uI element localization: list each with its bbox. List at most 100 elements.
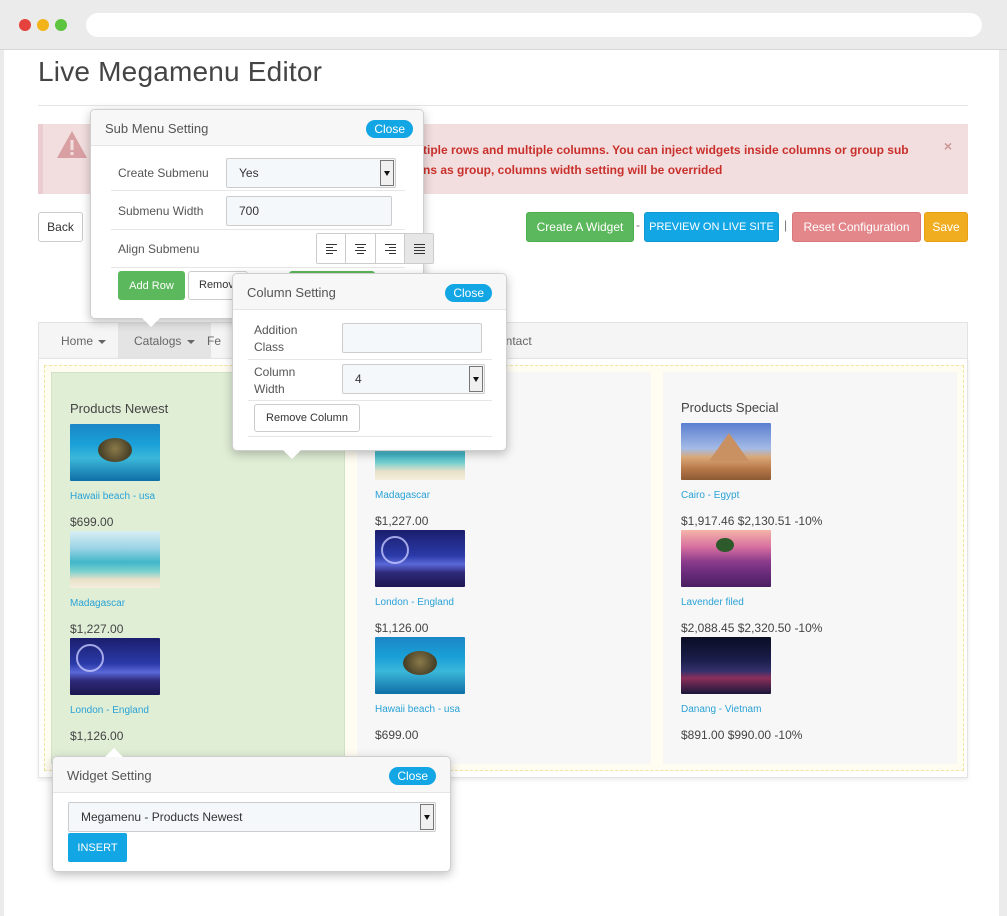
product-link[interactable]: London - England (70, 705, 149, 716)
popup-pointer (283, 450, 301, 459)
row-divider (111, 229, 405, 230)
align-justify-icon (413, 244, 425, 256)
column-title: Products Newest (70, 401, 169, 416)
toolbar-separator-pipe: | (784, 218, 788, 232)
toolbar-separator-dash: - (636, 218, 640, 232)
column-title: Products Special (681, 400, 779, 415)
window-frame-left (0, 50, 4, 916)
popup-title: Widget Setting (67, 768, 152, 783)
back-button[interactable]: Back (38, 212, 83, 242)
create-submenu-label: Create Submenu (118, 166, 209, 180)
align-center-button[interactable] (346, 234, 376, 263)
align-left-button[interactable] (317, 234, 347, 263)
column-width-value: 4 (355, 372, 362, 386)
create-widget-button[interactable]: Create A Widget (526, 212, 634, 242)
product-image[interactable] (375, 530, 465, 587)
product-image[interactable] (70, 638, 160, 695)
widget-setting-popup: Widget Setting Close Megamenu - Products… (52, 748, 451, 872)
window-maximize-dot[interactable] (55, 19, 67, 31)
save-button[interactable]: Save (924, 212, 968, 242)
product-image[interactable] (681, 530, 771, 587)
row-divider (248, 359, 492, 360)
align-center-icon (355, 244, 367, 256)
nav-catalogs-label: Catalogs (134, 334, 182, 348)
preview-live-site-button[interactable]: PREVIEW ON LIVE SITE (644, 212, 779, 242)
product-image[interactable] (70, 424, 160, 481)
align-right-icon (384, 244, 396, 256)
alert-line-2: ns as group, columns width setting will … (423, 163, 723, 177)
popup-pointer (105, 748, 123, 757)
product-price: $1,227.00 (375, 514, 429, 528)
row-divider (111, 267, 405, 268)
title-divider (38, 105, 968, 106)
column-width-select[interactable]: 4 (342, 364, 485, 394)
close-button[interactable]: Close (366, 120, 413, 138)
popup-header: Sub Menu Setting Close (91, 110, 423, 146)
align-submenu-label: Align Submenu (118, 242, 200, 256)
align-left-icon (326, 244, 337, 256)
chevron-down-icon (469, 366, 483, 392)
column-setting-popup: Column Setting Close Addition Class Colu… (232, 273, 507, 459)
popup-header: Widget Setting Close (53, 757, 450, 793)
product-image[interactable] (681, 423, 771, 480)
alert-close-button[interactable]: × (944, 138, 952, 154)
submenu-width-input[interactable]: 700 (226, 196, 392, 226)
product-price: $1,126.00 (375, 621, 429, 635)
row-divider (111, 190, 405, 191)
nav-item-catalogs[interactable]: Catalogs (118, 323, 211, 359)
caret-down-icon (186, 339, 195, 344)
product-price: $891.00 $990.00 -10% (681, 728, 803, 742)
addition-class-input[interactable] (342, 323, 482, 353)
caret-down-icon (98, 339, 107, 344)
product-price: $1,227.00 (70, 622, 124, 636)
align-right-button[interactable] (375, 234, 405, 263)
align-justify-button[interactable] (404, 234, 433, 263)
product-link[interactable]: Madagascar (70, 598, 125, 609)
alert-message: tiple rows and multiple columns. You can… (423, 140, 943, 180)
product-image[interactable] (681, 637, 771, 694)
product-image[interactable] (375, 637, 465, 694)
product-price: $699.00 (375, 728, 419, 742)
product-link[interactable]: Madagascar (375, 490, 430, 501)
chevron-down-icon (420, 804, 434, 830)
addition-class-label: Addition Class (254, 323, 298, 354)
insert-button[interactable]: INSERT (68, 833, 127, 862)
page-title: Live Megamenu Editor (38, 56, 323, 87)
product-link[interactable]: Hawaii beach - usa (375, 704, 460, 715)
popup-title: Column Setting (247, 285, 336, 300)
submenu-width-label: Submenu Width (118, 204, 204, 218)
remove-column-button[interactable]: Remove Column (254, 404, 360, 432)
create-submenu-value: Yes (239, 166, 259, 180)
close-button[interactable]: Close (389, 767, 436, 785)
popup-header: Column Setting Close (233, 274, 506, 310)
address-bar[interactable] (86, 13, 982, 37)
product-price: $2,088.45 $2,320.50 -10% (681, 621, 823, 635)
create-submenu-select[interactable]: Yes (226, 158, 396, 188)
window-close-dot[interactable] (19, 19, 31, 31)
window-frame-right (999, 50, 1007, 916)
product-image[interactable] (70, 531, 160, 588)
chevron-down-icon (380, 160, 394, 186)
product-link[interactable]: London - England (375, 597, 454, 608)
add-row-button[interactable]: Add Row (118, 271, 185, 300)
widget-select-value: Megamenu - Products Newest (81, 810, 243, 824)
window-minimize-dot[interactable] (37, 19, 49, 31)
product-link[interactable]: Hawaii beach - usa (70, 491, 155, 502)
product-price: $1,917.46 $2,130.51 -10% (681, 514, 823, 528)
popup-pointer (142, 318, 160, 327)
popup-title: Sub Menu Setting (105, 121, 209, 136)
warning-icon (57, 131, 87, 158)
align-button-group (316, 233, 434, 264)
reset-configuration-button[interactable]: Reset Configuration (792, 212, 921, 242)
nav-home-label: Home (61, 334, 94, 348)
product-link[interactable]: Lavender filed (681, 597, 744, 608)
close-button[interactable]: Close (445, 284, 492, 302)
product-link[interactable]: Cairo - Egypt (681, 490, 739, 501)
nav-item-home[interactable]: Home (45, 323, 122, 359)
widget-select[interactable]: Megamenu - Products Newest (68, 802, 436, 832)
megamenu-column-3[interactable]: Products Special Cairo - Egypt $1,917.46… (663, 372, 957, 764)
row-divider (248, 436, 492, 437)
product-link[interactable]: Danang - Vietnam (681, 704, 761, 715)
product-price: $1,126.00 (70, 729, 124, 743)
browser-chrome (0, 0, 1007, 50)
